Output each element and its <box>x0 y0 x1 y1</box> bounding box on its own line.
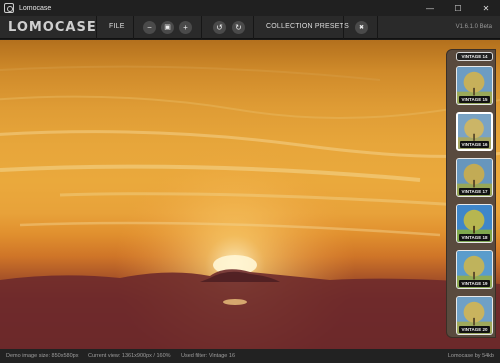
file-menu-button[interactable]: FILE <box>109 23 125 30</box>
presets-panel[interactable]: VINTAGE 14 VINTAGE 15 VINTAGE 16 VINTAGE… <box>446 49 496 338</box>
version-label: V1.6.1.0 Beta <box>455 24 492 30</box>
toolbar-divider <box>253 16 254 39</box>
rotate-left-button[interactable]: ↺ <box>213 21 226 34</box>
window-titlebar: Lomocase — ☐ ✕ <box>0 0 500 16</box>
app-icon <box>4 3 14 13</box>
preset-thumbnail[interactable]: VINTAGE 18 <box>456 204 493 243</box>
close-window-button[interactable]: ✕ <box>472 0 500 16</box>
window-controls: — ☐ ✕ <box>416 0 500 16</box>
preset-label: VINTAGE 19 <box>459 280 490 287</box>
fit-to-window-button[interactable]: ▣ <box>161 21 174 34</box>
preset-thumbnail[interactable]: VINTAGE 20 <box>456 296 493 335</box>
clear-button[interactable]: ✖ <box>355 21 368 34</box>
preset-label: VINTAGE 14 <box>459 54 490 60</box>
preset-thumbnail[interactable]: VINTAGE 15 <box>456 66 493 105</box>
window-title: Lomocase <box>19 4 52 12</box>
preset-label: VINTAGE 20 <box>459 326 490 333</box>
app-toolbar: LOMOCASE FILE − ▣ + ↺ ↻ COLLECTION PRESE… <box>0 16 500 39</box>
preset-thumbnail[interactable]: VINTAGE 17 <box>456 158 493 197</box>
maximize-button[interactable]: ☐ <box>444 0 472 16</box>
preset-label: VINTAGE 17 <box>459 188 490 195</box>
used-filter-text: Used filter: Vintage 16 <box>181 353 236 359</box>
preset-thumbnail[interactable]: VINTAGE 19 <box>456 250 493 289</box>
toolbar-divider <box>201 16 202 39</box>
zoom-in-button[interactable]: + <box>179 21 192 34</box>
app-size-text: Lomocase by 54kb <box>447 353 494 359</box>
preset-thumbnail-selected[interactable]: VINTAGE 16 <box>456 112 493 151</box>
zoom-out-button[interactable]: − <box>143 21 156 34</box>
app-logo: LOMOCASE <box>8 20 97 35</box>
current-view-text: Current view: 1361x900px / 160% <box>88 353 171 359</box>
toolbar-divider <box>133 16 134 39</box>
toolbar-divider <box>343 16 344 39</box>
sunset-image <box>0 40 500 349</box>
preset-label: VINTAGE 18 <box>459 234 490 241</box>
status-bar: Demo image size: 850x580px Current view:… <box>0 349 500 363</box>
demo-size-text: Demo image size: 850x580px <box>6 353 79 359</box>
preset-label: VINTAGE 16 <box>460 141 489 148</box>
collection-presets-button[interactable]: COLLECTION PRESETS <box>266 23 349 30</box>
toolbar-divider <box>96 16 97 39</box>
toolbar-divider <box>377 16 378 39</box>
preset-thumbnail[interactable]: VINTAGE 14 <box>456 52 493 61</box>
rotate-right-button[interactable]: ↻ <box>232 21 245 34</box>
photo-canvas[interactable] <box>0 40 500 349</box>
minimize-button[interactable]: — <box>416 0 444 16</box>
preset-label: VINTAGE 15 <box>459 96 490 103</box>
